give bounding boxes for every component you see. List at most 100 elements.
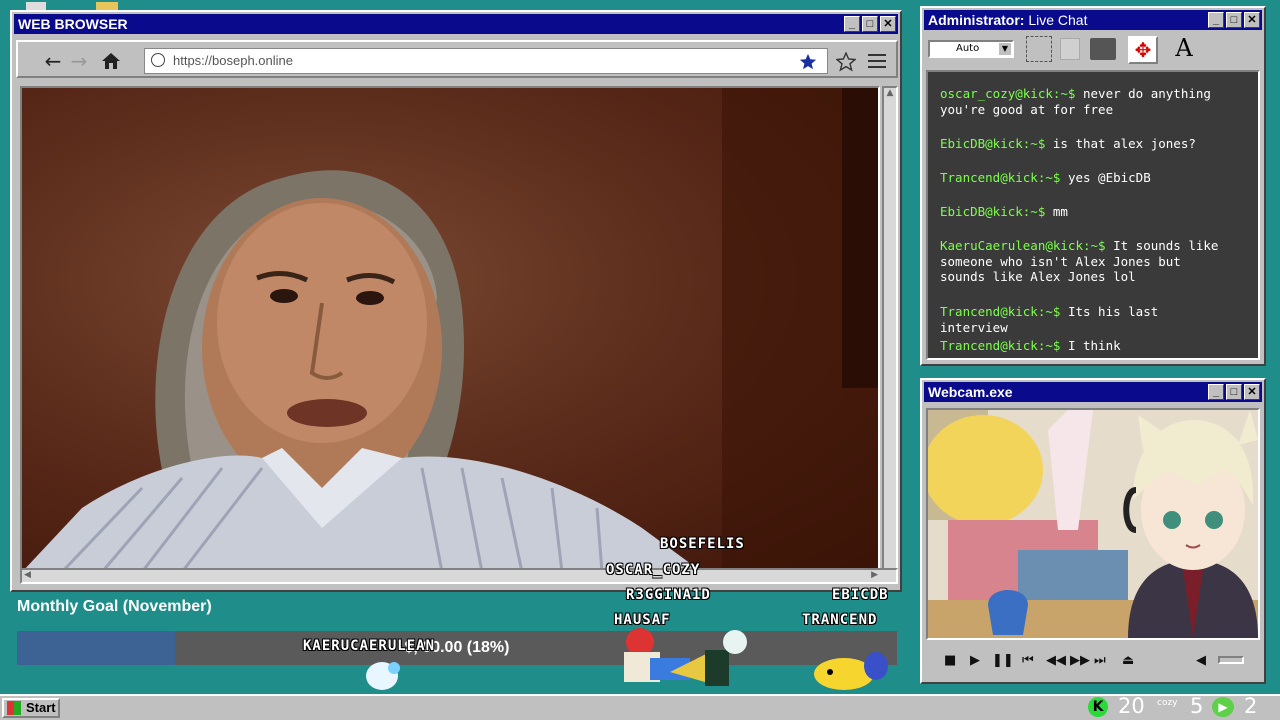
back-button[interactable]: ← bbox=[40, 48, 66, 74]
move-icon[interactable]: ✥ bbox=[1128, 36, 1158, 64]
browser-window: WEB BROWSER _ □ ✕ ← → https://boseph.onl… bbox=[10, 10, 902, 592]
fast-forward-icon[interactable]: ▶▶ bbox=[1070, 652, 1090, 670]
interview-video-frame bbox=[25, 88, 878, 568]
rumble-play-icon: ▶ bbox=[1212, 697, 1234, 717]
pause-icon[interactable]: ❚❚ bbox=[992, 652, 1014, 670]
minimize-icon: _ bbox=[1212, 386, 1220, 398]
zoom-select-value: Auto bbox=[956, 43, 980, 54]
play-icon[interactable]: ▶ bbox=[970, 652, 980, 670]
paste-icon[interactable] bbox=[1090, 38, 1116, 60]
start-label: Start bbox=[26, 700, 56, 715]
volume-icon[interactable]: ◀ bbox=[1196, 652, 1206, 670]
taskbar: Start K 20 cozy 5 ▶ 2 bbox=[0, 694, 1280, 720]
bookmark-star-icon[interactable] bbox=[799, 53, 817, 71]
pikachu-sprite bbox=[814, 652, 888, 690]
rumble-viewer-count: 2 bbox=[1244, 694, 1258, 718]
webcam-titlebar[interactable]: Webcam.exe _ □ ✕ bbox=[924, 382, 1262, 402]
chat-username: KaeruCaerulean@kick:~$ bbox=[940, 238, 1106, 253]
forward-button[interactable]: → bbox=[66, 48, 92, 74]
address-bar[interactable]: https://boseph.online bbox=[144, 48, 828, 74]
maximize-icon: □ bbox=[866, 18, 874, 30]
goal-progress-bar: $, 00.00 (18%) bbox=[17, 631, 897, 665]
chat-message: oscar_cozy@kick:~$ never do anything you… bbox=[940, 86, 1230, 117]
chat-message: KaeruCaerulean@kick:~$ It sounds like so… bbox=[940, 238, 1230, 285]
home-icon bbox=[102, 53, 120, 69]
home-button[interactable] bbox=[98, 48, 124, 74]
copy-icon[interactable] bbox=[1060, 38, 1080, 60]
eject-icon[interactable]: ⏏ bbox=[1122, 652, 1134, 670]
minimize-button[interactable]: _ bbox=[844, 16, 860, 32]
maximize-button[interactable]: □ bbox=[862, 16, 878, 32]
goal-title: Monthly Goal (November) bbox=[17, 598, 212, 615]
globe-icon bbox=[151, 53, 165, 67]
rewind-icon[interactable]: ◀◀ bbox=[1046, 652, 1066, 670]
close-icon: ✕ bbox=[1247, 14, 1257, 26]
chat-text: I think bbox=[1060, 338, 1121, 353]
kick-viewer-count: 20 bbox=[1118, 694, 1145, 718]
viewer-name: EBICDB bbox=[832, 587, 889, 603]
chat-username: Trancend@kick:~$ bbox=[940, 170, 1061, 185]
chat-messages[interactable]: oscar_cozy@kick:~$ never do anything you… bbox=[926, 70, 1260, 360]
maximize-icon: □ bbox=[1230, 14, 1238, 26]
minimize-icon: _ bbox=[848, 18, 856, 30]
vertical-scrollbar[interactable]: ▲ bbox=[882, 86, 898, 570]
maximize-icon: □ bbox=[1230, 386, 1238, 398]
live-chat-window: Administrator: Live Chat _ □ ✕ Auto ▼ ✥ … bbox=[920, 6, 1266, 366]
webcam-view bbox=[926, 408, 1260, 640]
viewer-name: R3GGINA1D bbox=[626, 587, 711, 603]
scroll-up-icon[interactable]: ▲ bbox=[884, 88, 896, 102]
chat-text: yes @EbicDB bbox=[1060, 170, 1151, 185]
webcam-title: Webcam.exe bbox=[928, 384, 1013, 400]
zoom-select[interactable]: Auto ▼ bbox=[928, 40, 1014, 58]
browser-titlebar[interactable]: WEB BROWSER _ □ ✕ bbox=[14, 14, 898, 34]
close-button[interactable]: ✕ bbox=[1244, 12, 1260, 28]
close-button[interactable]: ✕ bbox=[880, 16, 896, 32]
minimize-button[interactable]: _ bbox=[1208, 12, 1224, 28]
skip-forward-icon[interactable]: ⏭ bbox=[1094, 652, 1106, 670]
hamburger-icon bbox=[868, 54, 886, 68]
select-region-icon[interactable] bbox=[1026, 36, 1052, 62]
favorites-star-icon[interactable] bbox=[836, 52, 856, 72]
viewer-name: BOSEFELIS bbox=[660, 536, 745, 552]
skip-back-icon[interactable]: ⏮ bbox=[1022, 652, 1034, 670]
viewer-name: TRANCEND bbox=[802, 612, 878, 628]
chat-title-admin: Administrator: bbox=[928, 12, 1025, 28]
video-viewport[interactable] bbox=[20, 86, 880, 570]
horizontal-scrollbar[interactable]: ◀ ▶ bbox=[20, 568, 898, 584]
maximize-button[interactable]: □ bbox=[1226, 384, 1242, 400]
chat-titlebar[interactable]: Administrator: Live Chat _ □ ✕ bbox=[924, 10, 1262, 30]
chat-message: EbicDB@kick:~$ is that alex jones? bbox=[940, 136, 1230, 152]
browser-toolbar: ← → https://boseph.online bbox=[16, 40, 898, 78]
browser-title: WEB BROWSER bbox=[18, 16, 128, 32]
chevron-down-icon[interactable]: ▼ bbox=[999, 43, 1011, 55]
chat-username: EbicDB@kick:~$ bbox=[940, 136, 1046, 151]
desktop-icon-fragment[interactable] bbox=[26, 2, 46, 10]
chat-message: EbicDB@kick:~$ mm bbox=[940, 204, 1230, 220]
windows-logo-icon bbox=[7, 701, 21, 715]
minimize-button[interactable]: _ bbox=[1208, 384, 1224, 400]
volume-slider[interactable] bbox=[1218, 656, 1244, 664]
chat-username: EbicDB@kick:~$ bbox=[940, 204, 1046, 219]
chat-message: Trancend@kick:~$ yes @EbicDB bbox=[940, 170, 1230, 186]
viewer-name: OSCAR_COZY bbox=[606, 562, 701, 578]
chat-text: mm bbox=[1045, 204, 1068, 219]
chat-title: Live Chat bbox=[1024, 12, 1088, 28]
start-button[interactable]: Start bbox=[2, 698, 60, 718]
back-arrow-icon: ← bbox=[44, 49, 62, 73]
chat-username: Trancend@kick:~$ bbox=[940, 338, 1061, 353]
scroll-left-icon[interactable]: ◀ bbox=[24, 570, 31, 580]
cozy-viewer-count: 5 bbox=[1190, 694, 1204, 718]
media-controls: ■ ▶ ❚❚ ⏮ ◀◀ ▶▶ ⏭ ⏏ ◀ bbox=[926, 646, 1260, 676]
maximize-button[interactable]: □ bbox=[1226, 12, 1242, 28]
minimize-icon: _ bbox=[1212, 14, 1220, 26]
menu-button[interactable] bbox=[868, 54, 886, 68]
chat-message: Trancend@kick:~$ I think bbox=[940, 338, 1230, 354]
forward-arrow-icon: → bbox=[70, 49, 88, 73]
chat-username: oscar_cozy@kick:~$ bbox=[940, 86, 1076, 101]
scroll-right-icon[interactable]: ▶ bbox=[871, 570, 878, 580]
stop-icon[interactable]: ■ bbox=[944, 652, 956, 670]
close-button[interactable]: ✕ bbox=[1244, 384, 1260, 400]
font-icon[interactable]: A bbox=[1170, 34, 1198, 62]
kick-logo-icon: K bbox=[1088, 697, 1108, 717]
desktop-icon-fragment[interactable] bbox=[96, 2, 118, 10]
